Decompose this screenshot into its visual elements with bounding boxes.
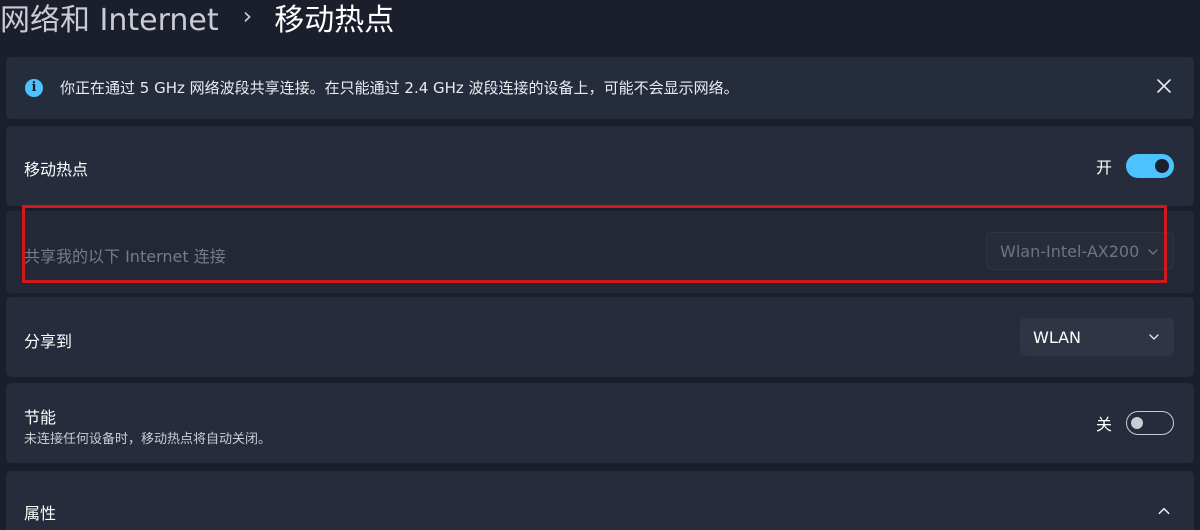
chevron-down-icon	[1149, 334, 1159, 340]
mobile-hotspot-toggle-group: 开	[1096, 154, 1174, 178]
toggle-knob	[1131, 416, 1143, 429]
mobile-hotspot-label: 移动热点	[24, 160, 89, 179]
info-icon: i	[25, 79, 43, 97]
chevron-up-icon[interactable]	[1157, 504, 1171, 518]
power-saving-description: 未连接任何设备时，移动热点将自动关闭。	[24, 432, 272, 447]
toggle-knob	[1155, 159, 1169, 173]
mobile-hotspot-state: 开	[1095, 158, 1112, 177]
close-icon	[1157, 79, 1171, 93]
share-to-label: 分享到	[24, 332, 73, 351]
info-message: 你正在通过 5 GHz 网络波段共享连接。在只能通过 2.4 GHz 波段连接的…	[60, 79, 739, 97]
mobile-hotspot-settings-page: 网络和 Internet › 移动热点 i 你正在通过 5 GHz 网络波段共享…	[0, 0, 1200, 530]
power-saving-row: 节能 未连接任何设备时，移动热点将自动关闭。 关	[6, 383, 1194, 463]
breadcrumb-separator-icon: ›	[242, 2, 253, 30]
mobile-hotspot-row: 移动热点 开	[6, 126, 1194, 206]
properties-section[interactable]: 属性	[6, 471, 1194, 530]
share-from-label: 共享我的以下 Internet 连接	[24, 247, 226, 266]
breadcrumb-network-internet[interactable]: 网络和 Internet	[0, 0, 219, 39]
mobile-hotspot-toggle[interactable]	[1126, 154, 1174, 178]
share-from-value: Wlan-Intel-AX200	[1000, 241, 1140, 261]
share-from-dropdown[interactable]: Wlan-Intel-AX200	[986, 232, 1174, 270]
share-to-value: WLAN	[1033, 327, 1082, 347]
share-to-row: 分享到 WLAN	[6, 297, 1194, 377]
page-title: 移动热点	[274, 3, 395, 38]
power-saving-toggle[interactable]	[1126, 411, 1174, 435]
close-info-button[interactable]	[1152, 74, 1176, 98]
chevron-down-icon	[1148, 249, 1158, 255]
power-saving-toggle-group: 关	[1096, 411, 1174, 435]
share-from-row: 共享我的以下 Internet 连接 Wlan-Intel-AX200	[6, 211, 1194, 293]
power-saving-state: 关	[1095, 415, 1112, 434]
breadcrumb: 网络和 Internet › 移动热点	[0, 0, 394, 40]
info-bar: i 你正在通过 5 GHz 网络波段共享连接。在只能通过 2.4 GHz 波段连…	[6, 57, 1194, 119]
power-saving-label: 节能	[24, 408, 57, 427]
share-to-dropdown[interactable]: WLAN	[1020, 318, 1174, 356]
properties-label: 属性	[24, 504, 57, 523]
